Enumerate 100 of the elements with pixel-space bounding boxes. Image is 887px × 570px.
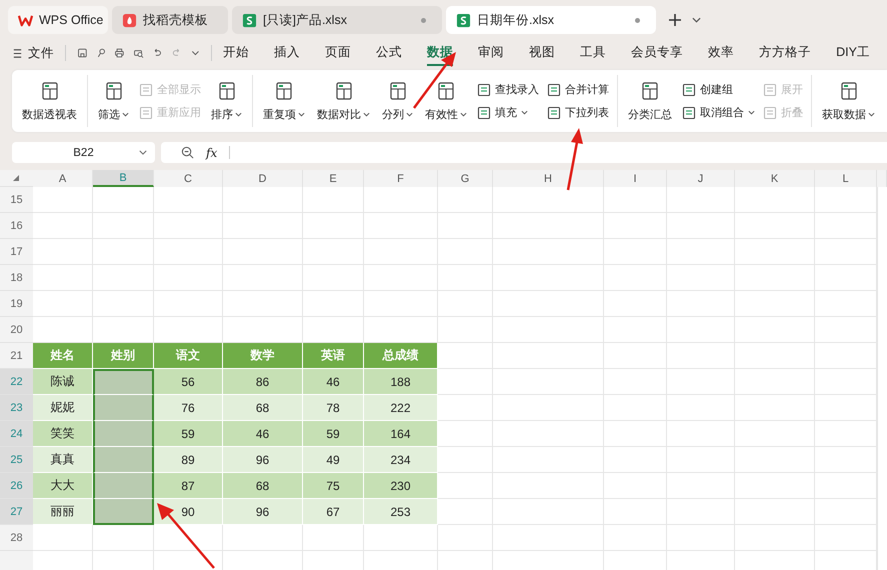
- table-icon: [388, 80, 408, 100]
- column-header[interactable]: D: [223, 170, 303, 187]
- empty-cell: [303, 187, 364, 213]
- empty-cell: [667, 343, 735, 369]
- row-number[interactable]: 20: [0, 317, 33, 343]
- ribbon-button[interactable]: 数据对比: [315, 78, 372, 124]
- table-icon: [274, 80, 294, 100]
- ribbon-tab[interactable]: 效率: [708, 40, 734, 66]
- row-number[interactable]: 15: [0, 187, 33, 213]
- empty-cell: [604, 447, 667, 473]
- empty-cell: [815, 525, 877, 551]
- table-icon: [334, 80, 354, 100]
- column-header[interactable]: E: [303, 170, 364, 187]
- empty-cell: [604, 499, 667, 525]
- row-number[interactable]: 28: [0, 525, 33, 551]
- empty-cell: [604, 213, 667, 239]
- empty-cell: [604, 421, 667, 447]
- empty-cell: [438, 213, 493, 239]
- ribbon-button[interactable]: 填充: [477, 105, 539, 120]
- row-number[interactable]: 17: [0, 239, 33, 265]
- ribbon-button[interactable]: 有效性: [423, 78, 469, 124]
- ribbon-button[interactable]: 数据透视表: [20, 78, 79, 124]
- ribbon-button[interactable]: 取消组合: [682, 105, 755, 120]
- formula-field[interactable]: fx: [161, 142, 887, 163]
- table-cell: 78: [303, 395, 364, 421]
- ribbon-tab[interactable]: 会员专享: [631, 40, 684, 66]
- column-header[interactable]: G: [438, 170, 493, 187]
- ribbon-tab[interactable]: 方方格子: [759, 40, 812, 66]
- document-tab[interactable]: 找稻壳模板: [112, 6, 228, 34]
- empty-cell: [438, 239, 493, 265]
- table-cell: 86: [223, 369, 303, 395]
- empty-cell: [303, 291, 364, 317]
- ribbon-tab[interactable]: 插入: [274, 40, 300, 66]
- empty-cell: [815, 343, 877, 369]
- ribbon-button[interactable]: 查找录入: [477, 82, 539, 97]
- ribbon-button[interactable]: 合并计算: [547, 82, 609, 97]
- row-number[interactable]: 16: [0, 213, 33, 239]
- ribbon-button[interactable]: 筛选: [96, 78, 131, 124]
- row-number[interactable]: 21: [0, 343, 33, 369]
- table-cell: 89: [154, 447, 223, 473]
- empty-cell: [303, 239, 364, 265]
- ribbon-tab[interactable]: 页面: [325, 40, 352, 66]
- empty-cell: [154, 239, 223, 265]
- column-header[interactable]: H: [493, 170, 604, 187]
- ribbon-button[interactable]: 创建组: [682, 82, 755, 97]
- document-tab[interactable]: [只读]产品.xlsx: [232, 6, 442, 34]
- chevron-down-icon: [139, 150, 147, 155]
- file-label: 文件: [28, 44, 54, 62]
- name-box[interactable]: B22: [12, 142, 155, 163]
- empty-cell: [815, 395, 877, 421]
- ribbon-button[interactable]: 分列: [380, 78, 415, 124]
- row-number[interactable]: 19: [0, 291, 33, 317]
- ribbon-tab[interactable]: 审阅: [478, 40, 504, 66]
- column-header[interactable]: K: [735, 170, 815, 187]
- file-menu[interactable]: 文件: [12, 44, 54, 62]
- empty-cell: [667, 213, 735, 239]
- table-cell: 222: [364, 395, 438, 421]
- spreadsheet-icon: [456, 12, 471, 28]
- spreadsheet-icon: [242, 12, 257, 28]
- ribbon-tab[interactable]: DIY工: [836, 40, 870, 66]
- table-icon: [436, 80, 456, 100]
- column-header[interactable]: C: [154, 170, 223, 187]
- row-number[interactable]: 18: [0, 265, 33, 291]
- empty-cell: [667, 317, 735, 343]
- empty-cell: [667, 447, 735, 473]
- ribbon-button[interactable]: 获取数据: [820, 78, 877, 124]
- empty-cell: [815, 239, 877, 265]
- new-tab-icon[interactable]: [668, 13, 682, 27]
- ribbon-tab[interactable]: 公式: [376, 40, 402, 66]
- column-header[interactable]: J: [667, 170, 735, 187]
- ribbon-button[interactable]: 排序: [209, 78, 244, 124]
- document-tab[interactable]: WPS Office: [8, 6, 108, 34]
- table-cell: 数学: [223, 343, 303, 369]
- ribbon-button[interactable]: 下拉列表: [547, 105, 609, 120]
- empty-cell: [604, 239, 667, 265]
- empty-cell: [667, 499, 735, 525]
- chevron-down-icon[interactable]: [692, 17, 701, 23]
- empty-cell: [93, 525, 154, 551]
- ribbon-tab[interactable]: 工具: [580, 40, 606, 66]
- document-tab[interactable]: 日期年份.xlsx: [446, 6, 656, 34]
- print-icon[interactable]: [114, 46, 126, 60]
- table-icon: [640, 80, 660, 100]
- ribbon-tab[interactable]: 视图: [529, 40, 556, 66]
- table-cell: 56: [154, 369, 223, 395]
- empty-cell: [604, 265, 667, 291]
- empty-cell: [604, 343, 667, 369]
- empty-cell: [604, 395, 667, 421]
- ribbon-button[interactable]: 重复项: [261, 78, 307, 124]
- ribbon-button[interactable]: 分类汇总: [626, 78, 674, 124]
- column-header[interactable]: L: [815, 170, 877, 187]
- save-icon[interactable]: [76, 46, 88, 60]
- select-all-icon[interactable]: [13, 175, 19, 181]
- ribbon-tab[interactable]: 开始: [223, 40, 250, 66]
- table-cell: 234: [364, 447, 438, 473]
- table-icon: [216, 80, 236, 100]
- table-icon: [838, 80, 858, 100]
- empty-cell: [667, 421, 735, 447]
- column-header[interactable]: F: [364, 170, 438, 187]
- column-header[interactable]: I: [604, 170, 667, 187]
- table-cell: 68: [223, 473, 303, 499]
